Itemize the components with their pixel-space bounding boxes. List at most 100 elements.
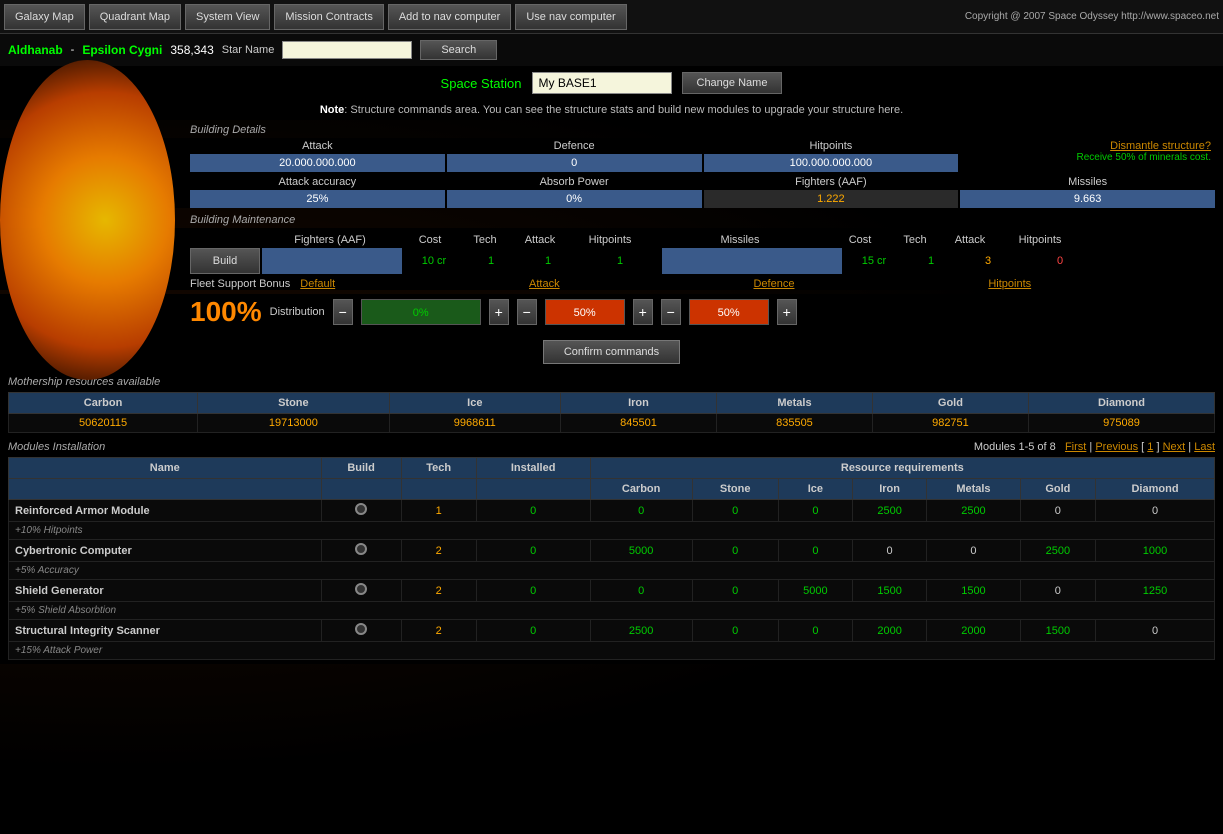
- resource-sub-header: Carbon Stone Ice Iron Metals Gold Diamon…: [9, 479, 1215, 500]
- ice-value: 9968611: [389, 414, 560, 433]
- change-name-button[interactable]: Change Name: [682, 72, 783, 94]
- module-installed-3: 0: [476, 620, 590, 642]
- hitpoints-dist-link[interactable]: Hitpoints: [988, 278, 1031, 290]
- attack-plus-button[interactable]: +: [489, 299, 509, 325]
- station-name-input[interactable]: [532, 72, 672, 94]
- fighters-input[interactable]: [262, 248, 402, 274]
- module-build-0[interactable]: [321, 500, 401, 522]
- module-gold-2: 0: [1020, 580, 1095, 602]
- mission-contracts-button[interactable]: Mission Contracts: [274, 4, 383, 30]
- module-radio-0[interactable]: [355, 503, 367, 515]
- defence-dist-link[interactable]: Defence: [753, 278, 794, 290]
- next-page-link[interactable]: Next: [1163, 441, 1186, 453]
- carbon-value: 50620115: [9, 414, 198, 433]
- list-item: +15% Attack Power: [9, 642, 1215, 660]
- module-ice-1: 0: [778, 540, 852, 562]
- location-system: Epsilon Cygni: [82, 43, 162, 57]
- location-coords: 358,343: [170, 43, 213, 57]
- confirm-commands-button[interactable]: Confirm commands: [543, 340, 680, 364]
- absorb-power-stat: Absorb Power 0%: [447, 174, 702, 208]
- modules-table-header: Name Build Tech Installed Resource requi…: [9, 458, 1215, 479]
- attack-header: Attack: [510, 234, 570, 246]
- module-radio-2[interactable]: [355, 583, 367, 595]
- module-name-3: Structural Integrity Scanner: [9, 620, 322, 642]
- list-item: +10% Hitpoints: [9, 522, 1215, 540]
- station-label: Space Station: [441, 76, 522, 91]
- build-button[interactable]: Build: [190, 248, 260, 274]
- default-link[interactable]: Default: [300, 278, 335, 290]
- building-details-label: Building Details: [0, 120, 1223, 138]
- fleet-bonus-area: Fleet Support Bonus Default Attack Defen…: [0, 274, 1223, 290]
- add-nav-computer-button[interactable]: Add to nav computer: [388, 4, 512, 30]
- attack-value: 20.000.000.000: [190, 154, 445, 172]
- star-name-input[interactable]: [282, 41, 412, 59]
- note-text: : Structure commands area. You can see t…: [344, 104, 903, 116]
- module-stone-0: 0: [692, 500, 778, 522]
- defence-dist-bar: 50%: [545, 299, 625, 325]
- use-nav-computer-button[interactable]: Use nav computer: [515, 4, 626, 30]
- module-stone-3: 0: [692, 620, 778, 642]
- search-button[interactable]: Search: [420, 40, 497, 60]
- module-build-2[interactable]: [321, 580, 401, 602]
- installed-col-header: Installed: [476, 458, 590, 479]
- module-radio-3[interactable]: [355, 623, 367, 635]
- last-page-link[interactable]: Last: [1194, 441, 1215, 453]
- module-installed-2: 0: [476, 580, 590, 602]
- fighters-aaf-header: Fighters (AAF): [260, 234, 400, 246]
- modules-pagination: Modules 1-5 of 8 First | Previous [ 1 ] …: [974, 441, 1215, 453]
- attack-dist-link[interactable]: Attack: [529, 278, 560, 290]
- module-name-0: Reinforced Armor Module: [9, 500, 322, 522]
- module-stone-2: 0: [692, 580, 778, 602]
- module-diamond-3: 0: [1096, 620, 1215, 642]
- modules-header-row: Modules Installation Modules 1-5 of 8 Fi…: [8, 441, 1215, 453]
- hitpoints-plus-button[interactable]: +: [777, 299, 797, 325]
- stone-header: Stone: [198, 393, 390, 414]
- module-tech-1: 2: [401, 540, 476, 562]
- name-col-header: Name: [9, 458, 322, 479]
- galaxy-map-button[interactable]: Galaxy Map: [4, 4, 85, 30]
- module-carbon-3: 2500: [590, 620, 692, 642]
- missiles-tech-val: 1: [906, 248, 956, 274]
- fighters-attack-val: 1: [518, 248, 578, 274]
- quadrant-map-button[interactable]: Quadrant Map: [89, 4, 181, 30]
- defence-value: 0: [447, 154, 702, 172]
- module-build-3[interactable]: [321, 620, 401, 642]
- module-ice-2: 5000: [778, 580, 852, 602]
- prev-page-link[interactable]: Previous: [1095, 441, 1138, 453]
- missiles-header: Missiles: [650, 234, 830, 246]
- defence-minus-button[interactable]: −: [517, 299, 537, 325]
- diamond-sub-header: Diamond: [1096, 479, 1215, 500]
- attack-minus-button[interactable]: −: [333, 299, 353, 325]
- missiles-input[interactable]: [662, 248, 842, 274]
- module-build-1[interactable]: [321, 540, 401, 562]
- module-name-2: Shield Generator: [9, 580, 322, 602]
- table-row: Shield Generator 2 0 0 0 5000 1500 1500 …: [9, 580, 1215, 602]
- iron-header: Iron: [560, 393, 716, 414]
- defence-label: Defence: [447, 138, 702, 154]
- missiles-value: 9.663: [960, 190, 1215, 208]
- hitpoints-dist-bar: 50%: [689, 299, 769, 325]
- dismantle-sub: Receive 50% of minerals cost.: [964, 152, 1211, 163]
- hitpoints-minus-button[interactable]: −: [661, 299, 681, 325]
- diamond-value: 975089: [1028, 414, 1214, 433]
- defence-plus-button[interactable]: +: [633, 299, 653, 325]
- building-maintenance-label: Building Maintenance: [0, 210, 1223, 228]
- dismantle-link[interactable]: Dismantle structure?: [964, 140, 1211, 152]
- note-key: Note: [320, 104, 344, 116]
- resource-req-header: Resource requirements: [590, 458, 1214, 479]
- attack-accuracy-value: 25%: [190, 190, 445, 208]
- fleet-bonus-label: Fleet Support Bonus: [190, 278, 290, 290]
- system-view-button[interactable]: System View: [185, 4, 270, 30]
- module-diamond-0: 0: [1096, 500, 1215, 522]
- hitpoints-value: 100.000.000.000: [704, 154, 959, 172]
- maintenance-area: Fighters (AAF) Cost Tech Attack Hitpoint…: [0, 228, 1223, 274]
- first-page-link[interactable]: First: [1065, 441, 1086, 453]
- diamond-header: Diamond: [1028, 393, 1214, 414]
- current-page[interactable]: 1: [1147, 441, 1153, 453]
- module-tech-3: 2: [401, 620, 476, 642]
- module-tech-2: 2: [401, 580, 476, 602]
- hitpoints2-header: Hitpoints: [1000, 234, 1080, 246]
- module-radio-1[interactable]: [355, 543, 367, 555]
- gold-sub-header: Gold: [1020, 479, 1095, 500]
- tech-col-header: Tech: [401, 458, 476, 479]
